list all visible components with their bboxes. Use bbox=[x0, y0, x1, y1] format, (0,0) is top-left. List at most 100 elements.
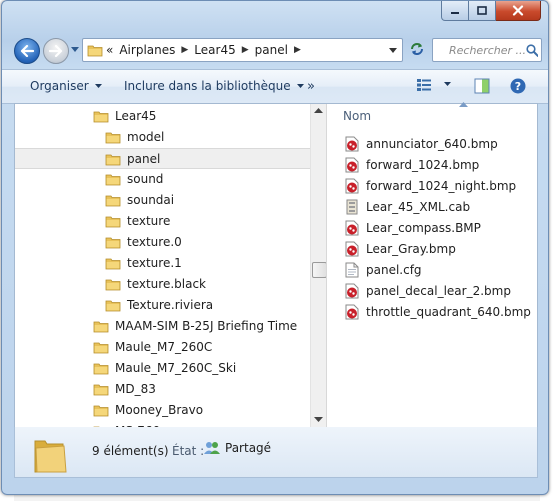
chevron-right-icon[interactable]: ▶ bbox=[178, 45, 191, 55]
arrow-left-icon bbox=[20, 45, 34, 57]
folder-icon bbox=[93, 382, 109, 399]
folder-icon bbox=[93, 361, 109, 378]
arrow-right-icon bbox=[49, 45, 63, 57]
folder-icon bbox=[34, 440, 67, 473]
preview-pane-icon bbox=[474, 78, 490, 94]
tree-item-label: model bbox=[127, 130, 165, 144]
forward-button[interactable] bbox=[43, 38, 69, 64]
tree-item[interactable]: texture bbox=[15, 211, 310, 231]
folder-icon bbox=[105, 256, 121, 273]
folder-icon bbox=[87, 45, 103, 57]
command-bar: Organiser Inclure dans la bibliothèque » bbox=[2, 69, 548, 104]
folder-icon bbox=[105, 152, 121, 169]
chevron-down-icon bbox=[444, 82, 451, 86]
search-icon[interactable] bbox=[526, 43, 538, 57]
back-button[interactable] bbox=[14, 38, 40, 64]
file-item[interactable]: panel_decal_lear_2.bmp bbox=[344, 281, 511, 301]
tree-item[interactable]: Mooney_Bravo bbox=[15, 400, 310, 420]
close-button[interactable] bbox=[496, 1, 541, 21]
folder-icon bbox=[105, 235, 121, 252]
tree-item[interactable]: texture.1 bbox=[15, 253, 310, 273]
tree-item[interactable]: model bbox=[15, 127, 310, 147]
cab-archive-icon bbox=[344, 199, 360, 215]
folder-icon bbox=[93, 340, 109, 357]
tree-item-label: Maule_M7_260C bbox=[115, 340, 213, 354]
address-overflow[interactable]: « bbox=[103, 43, 116, 57]
more-commands-button[interactable]: » bbox=[307, 79, 315, 94]
tree-item[interactable]: Maule_M7_260C bbox=[15, 337, 310, 357]
refresh-button[interactable] bbox=[405, 38, 429, 60]
folder-icon bbox=[93, 319, 109, 336]
file-item[interactable]: throttle_quadrant_640.bmp bbox=[344, 302, 531, 322]
shared-state: Partagé bbox=[203, 440, 271, 456]
tree-item[interactable]: Lear45 bbox=[15, 106, 310, 126]
preview-pane-button[interactable] bbox=[474, 78, 490, 94]
folder-icon bbox=[105, 172, 121, 189]
chevron-right-icon[interactable]: ▶ bbox=[239, 45, 252, 55]
tree-item[interactable]: soundai bbox=[15, 190, 310, 210]
folder-icon bbox=[93, 403, 109, 420]
help-button[interactable]: ? bbox=[510, 78, 526, 94]
tree-item[interactable]: Texture.riviera bbox=[15, 295, 310, 315]
tree-item-label: Mooney_Bravo bbox=[115, 403, 204, 417]
file-item[interactable]: panel.cfg bbox=[344, 260, 422, 280]
navigation-scrollbar[interactable] bbox=[310, 104, 327, 427]
folder-icon bbox=[105, 277, 121, 294]
organize-menu[interactable]: Organiser bbox=[30, 79, 102, 93]
tree-item-label: texture.black bbox=[127, 277, 207, 291]
column-header-name[interactable]: Nom bbox=[343, 109, 371, 123]
tree-item-label: texture.0 bbox=[127, 235, 182, 249]
file-item[interactable]: forward_1024_night.bmp bbox=[344, 176, 516, 196]
recent-pages-dropdown-icon[interactable] bbox=[71, 47, 79, 53]
scroll-up-icon[interactable] bbox=[314, 108, 323, 113]
file-item[interactable]: forward_1024.bmp bbox=[344, 155, 479, 175]
address-dropdown-button[interactable] bbox=[384, 40, 402, 60]
tree-item[interactable]: panel bbox=[15, 148, 310, 169]
file-name: panel_decal_lear_2.bmp bbox=[366, 284, 511, 298]
config-file-icon bbox=[344, 262, 360, 278]
maximize-button[interactable] bbox=[469, 1, 496, 21]
bmp-image-icon bbox=[344, 283, 360, 299]
file-item[interactable]: Lear_Gray.bmp bbox=[344, 239, 456, 259]
file-name: Lear_45_XML.cab bbox=[366, 200, 471, 214]
tree-item[interactable]: MD_83 bbox=[15, 379, 310, 399]
minimize-button[interactable] bbox=[441, 1, 469, 21]
state-value: Partagé bbox=[225, 441, 272, 455]
address-bar[interactable]: « Airplanes ▶ Lear45 ▶ panel ▶ bbox=[82, 38, 403, 62]
caption-buttons bbox=[441, 1, 541, 21]
breadcrumb-airplanes[interactable]: Airplanes bbox=[116, 43, 178, 57]
file-name: forward_1024.bmp bbox=[366, 158, 480, 172]
search-box[interactable]: Rechercher ... bbox=[432, 38, 542, 62]
breadcrumb-lear45[interactable]: Lear45 bbox=[191, 43, 238, 57]
tree-item[interactable]: texture.0 bbox=[15, 232, 310, 252]
tree-item-label: Maule_M7_260C_Ski bbox=[115, 361, 237, 375]
scroll-down-icon[interactable] bbox=[314, 417, 323, 422]
search-input[interactable]: Rechercher ... bbox=[433, 44, 526, 57]
tree-item[interactable]: MAAM-SIM B-25J Briefing Time bbox=[15, 316, 310, 336]
tree-item-label: Lear45 bbox=[115, 109, 157, 123]
chevron-right-icon[interactable]: ▶ bbox=[291, 45, 304, 55]
file-list-pane: Nom annunciator_640.bmp forward_1024.bmpf… bbox=[329, 102, 537, 427]
minimize-icon bbox=[451, 11, 459, 14]
tree-item-label: Texture.riviera bbox=[127, 298, 214, 312]
state-label: État : bbox=[172, 444, 205, 458]
scrollbar-thumb[interactable] bbox=[312, 262, 327, 278]
include-library-menu[interactable]: Inclure dans la bibliothèque bbox=[124, 79, 304, 93]
file-item[interactable]: annunciator_640.bmp bbox=[344, 134, 498, 154]
svg-text:?: ? bbox=[515, 80, 521, 93]
file-item[interactable]: Lear_compass.BMP bbox=[344, 218, 481, 238]
breadcrumb-panel[interactable]: panel bbox=[252, 43, 291, 57]
file-name: panel.cfg bbox=[366, 263, 422, 277]
tree-item-label: texture.1 bbox=[127, 256, 182, 270]
refresh-icon bbox=[411, 43, 423, 55]
chevron-down-icon bbox=[389, 47, 397, 53]
tree-item[interactable]: texture.black bbox=[15, 274, 310, 294]
tree-item[interactable]: Maule_M7_260C_Ski bbox=[15, 358, 310, 378]
chevron-down-icon bbox=[296, 84, 304, 88]
file-item[interactable]: Lear_45_XML.cab bbox=[344, 197, 470, 217]
file-name: Lear_compass.BMP bbox=[366, 221, 481, 235]
tree-item[interactable]: sound bbox=[15, 169, 310, 189]
view-dropdown-button[interactable] bbox=[444, 82, 451, 86]
bmp-image-icon bbox=[344, 136, 360, 152]
view-options-button[interactable] bbox=[416, 78, 432, 92]
